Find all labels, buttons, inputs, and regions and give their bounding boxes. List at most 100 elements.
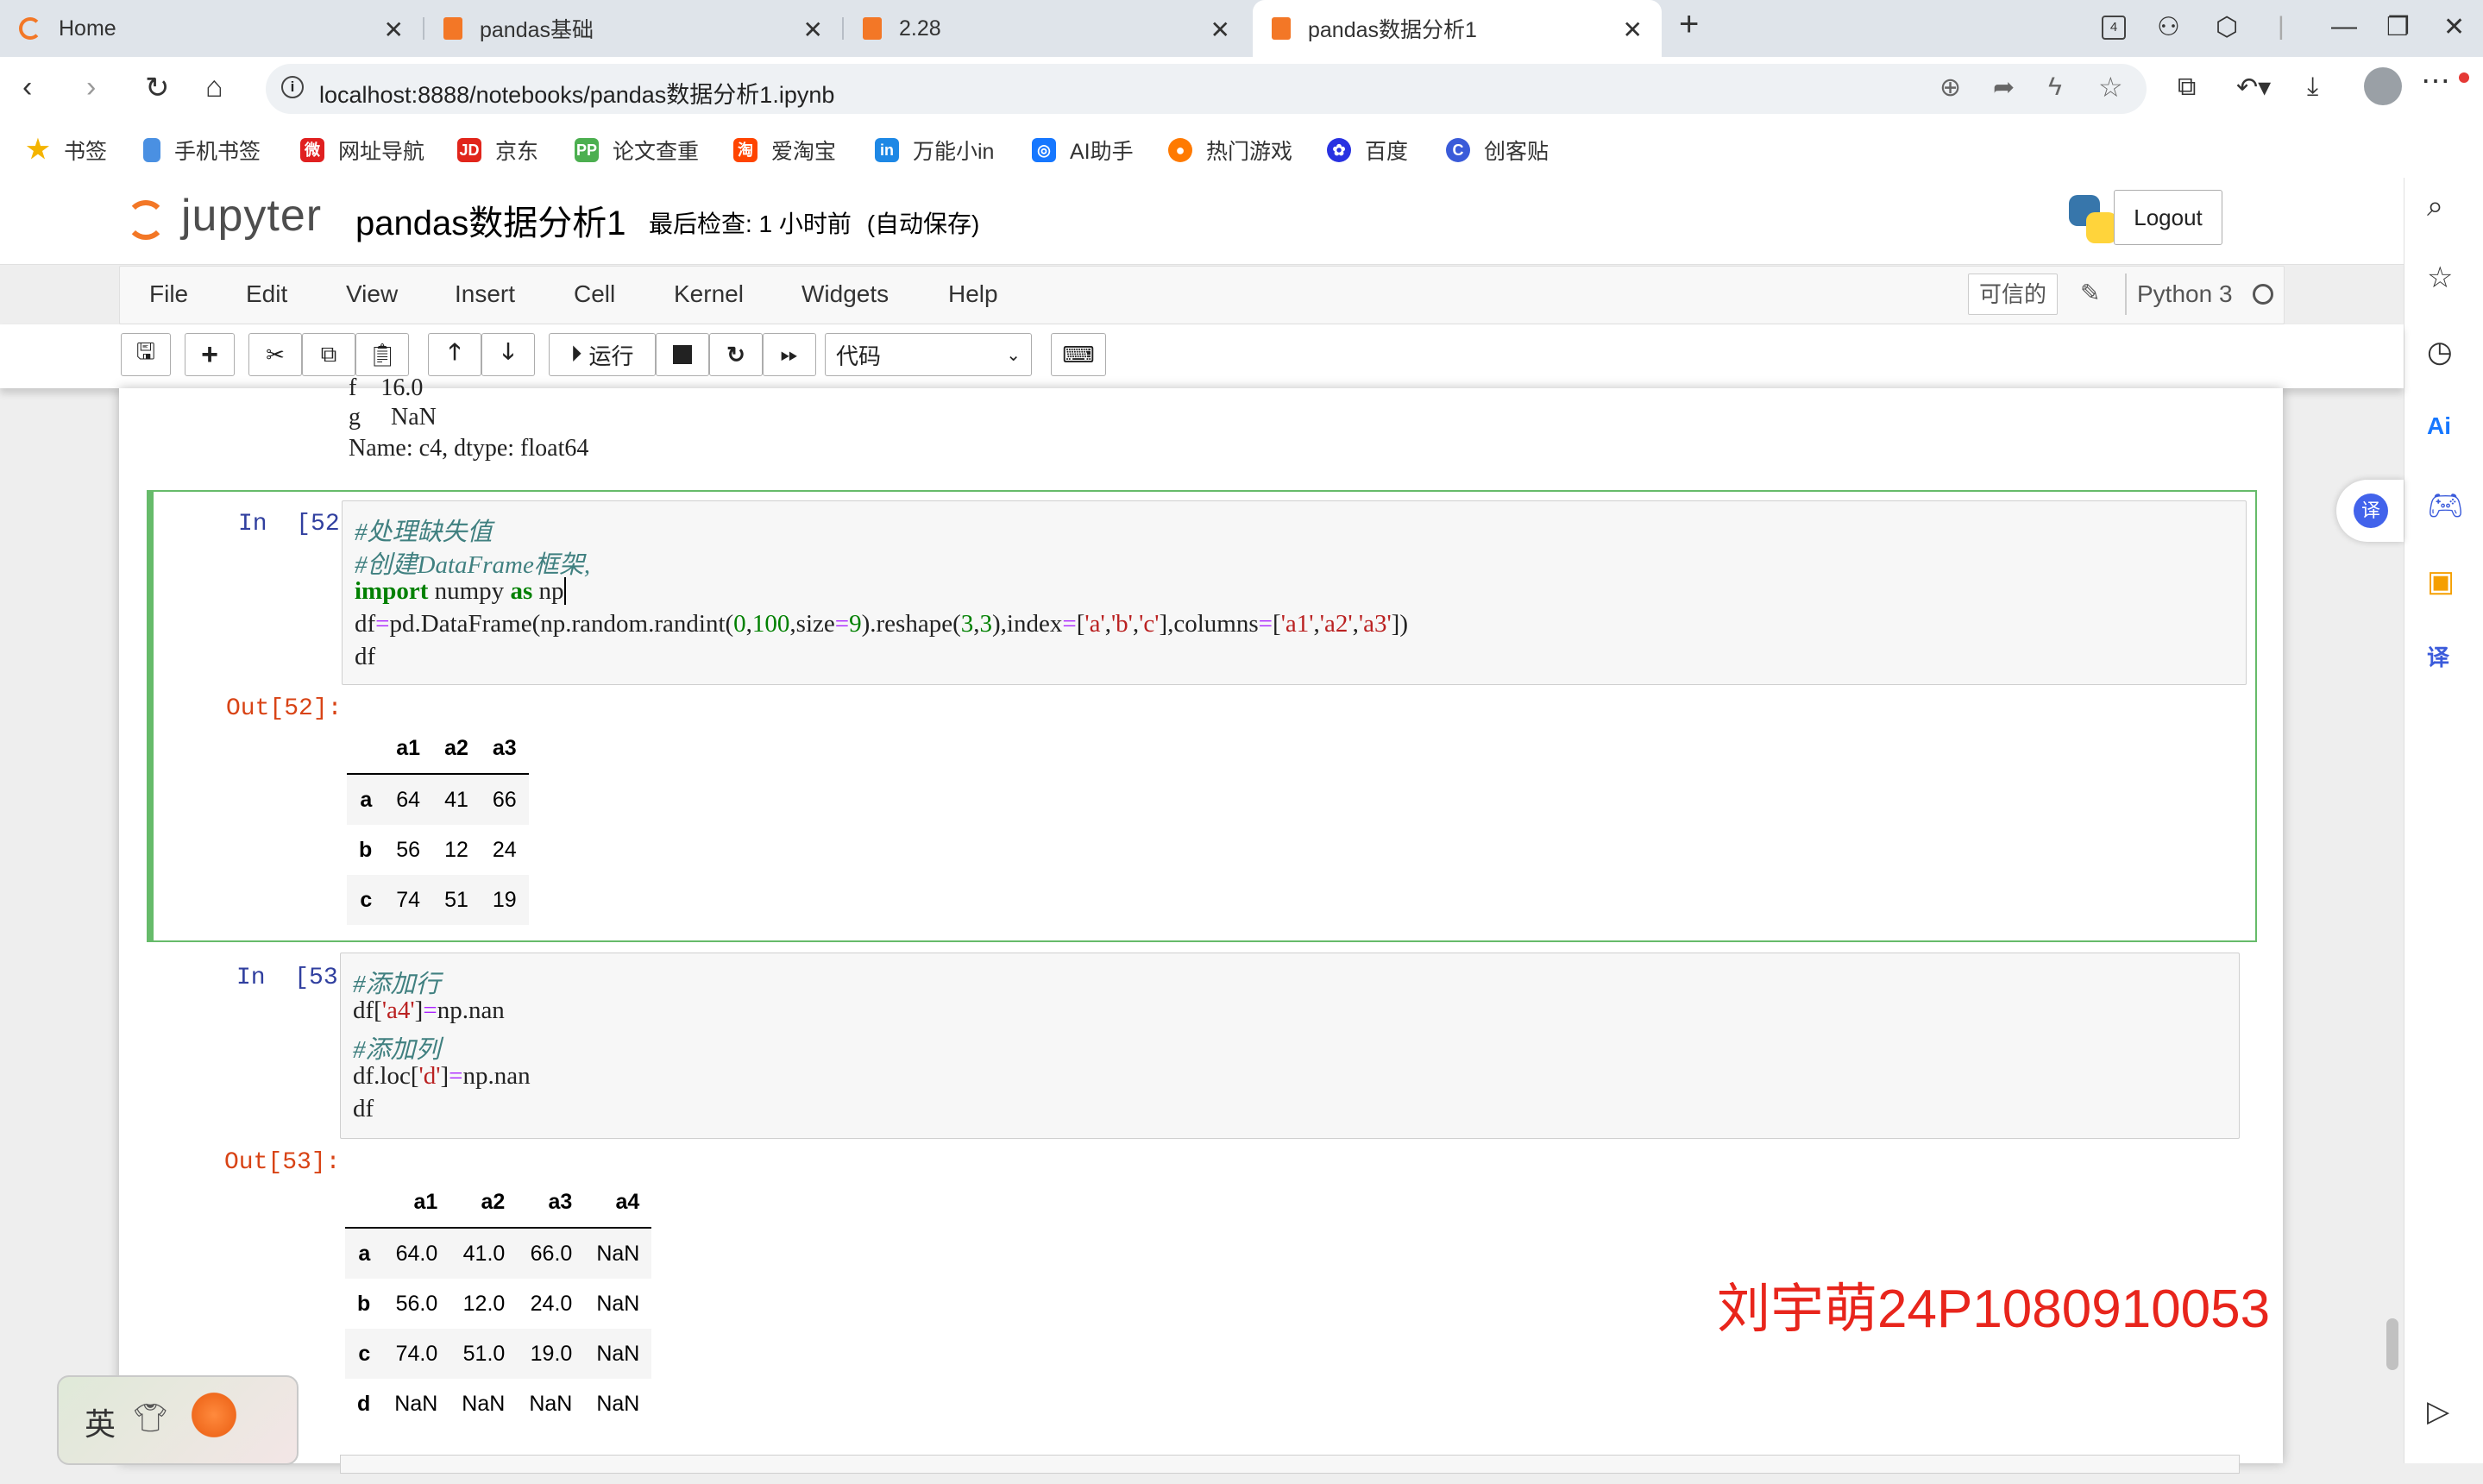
next-code-editor[interactable] <box>340 1455 2240 1474</box>
favorites-icon[interactable]: ☆ <box>2427 261 2453 295</box>
cut-button[interactable]: ✂ <box>248 333 302 376</box>
floating-translate-button[interactable]: 译 <box>2336 480 2404 542</box>
menu-cell[interactable]: Cell <box>574 280 615 308</box>
bookmark-item[interactable]: ✿ 百度 <box>1327 135 1408 166</box>
menu-insert[interactable]: Insert <box>455 280 515 308</box>
window-close-icon[interactable]: ✕ <box>2443 12 2465 42</box>
home-icon[interactable]: ⌂ <box>205 71 223 104</box>
menu-help[interactable]: Help <box>948 280 998 308</box>
move-up-button[interactable]: 🡑 <box>428 333 481 376</box>
move-down-button[interactable]: 🡓 <box>481 333 535 376</box>
code-line: df <box>353 1095 374 1122</box>
undo-icon[interactable]: ↶▾ <box>2236 72 2271 103</box>
trusted-indicator[interactable]: 可信的 <box>1968 274 2059 315</box>
close-icon[interactable]: ✕ <box>1210 16 1230 44</box>
save-button[interactable]: 🖫︎ <box>121 333 171 376</box>
new-tab-button[interactable]: + <box>1679 5 1699 44</box>
bookmark-item[interactable]: JD 京东 <box>457 135 538 166</box>
translate-icon[interactable]: 译 <box>2427 640 2449 672</box>
avatar[interactable] <box>2364 67 2402 105</box>
code-editor[interactable]: #添加行 df['a4']=np.nan #添加列 df.loc['d']=np… <box>340 953 2240 1139</box>
gamepad-icon[interactable]: 🎮︎ <box>2427 488 2464 523</box>
tab-label: Home <box>59 16 116 41</box>
code-cell-selected[interactable]: In [52]: #处理缺失值 #创建DataFrame框架, import n… <box>147 490 2257 942</box>
interrupt-button[interactable] <box>656 333 709 376</box>
pencil-icon[interactable]: ✎ <box>2080 279 2100 307</box>
run-button[interactable]: ⏵ 运行 <box>549 333 656 376</box>
restart-run-all-button[interactable]: ⏩︎ <box>763 333 816 376</box>
copy-button[interactable]: ⧉ <box>302 333 355 376</box>
pp-icon: PP <box>575 138 599 162</box>
incognito-icon[interactable]: ⚇ <box>2157 12 2180 42</box>
ime-widget[interactable]: 英 👕︎ <box>57 1375 299 1465</box>
table-row: b 56 12 24 <box>347 825 529 875</box>
close-icon[interactable]: ✕ <box>384 16 404 44</box>
code-editor[interactable]: #处理缺失值 #创建DataFrame框架, import numpy as n… <box>342 500 2247 685</box>
tab-count-badge[interactable]: 4 <box>2102 16 2126 40</box>
share-icon[interactable]: ➦ <box>1993 72 2015 103</box>
text-cursor <box>564 577 567 605</box>
command-palette-button[interactable]: ⌨ <box>1051 333 1106 376</box>
reload-icon[interactable]: ↻ <box>145 71 170 105</box>
close-icon[interactable]: ✕ <box>1623 16 1643 44</box>
ai-icon[interactable]: Ai <box>2427 412 2451 440</box>
browser-tab-bar: Home ✕ pandas基础 ✕ 2.28 ✕ pandas数据分析1 ✕ +… <box>0 0 2483 57</box>
extensions-icon[interactable]: ⧉ <box>2178 72 2196 102</box>
restart-button[interactable]: ↻ <box>709 333 763 376</box>
bookmark-item[interactable]: 微网址导航 <box>300 135 424 166</box>
table-cell: NaN <box>596 1291 640 1316</box>
kernel-name[interactable]: Python 3 <box>2137 280 2233 308</box>
close-icon[interactable]: ✕ <box>803 16 823 44</box>
stop-icon <box>673 345 692 364</box>
download-icon[interactable]: ⤓ <box>2307 72 2318 102</box>
jupyter-wordmark[interactable]: jupyter <box>181 190 322 242</box>
translate-icon: 译 <box>2354 494 2388 528</box>
url-field[interactable]: i localhost:8888/notebooks/pandas数据分析1.i… <box>266 64 2147 114</box>
forward-icon[interactable]: › <box>86 71 96 104</box>
jupyter-logo-icon[interactable] <box>126 193 169 243</box>
menu-kernel[interactable]: Kernel <box>674 280 744 308</box>
logout-button[interactable]: Logout <box>2114 190 2222 245</box>
tab-home[interactable]: Home ✕ <box>0 0 423 57</box>
menu-edit[interactable]: Edit <box>246 280 287 308</box>
code-cell[interactable]: In [53]: #添加行 df['a4']=np.nan #添加列 df.lo… <box>147 949 2257 1484</box>
bookmark-item[interactable]: 淘爱淘宝 <box>733 135 836 166</box>
scrollbar-thumb[interactable] <box>2386 1318 2398 1370</box>
bookmark-item[interactable]: ◎ AI助手 <box>1032 135 1134 166</box>
tab-pandas-analysis[interactable]: pandas数据分析1 ✕ <box>1253 0 1662 57</box>
tab-2-28[interactable]: 2.28 ✕ <box>844 0 1249 57</box>
minimize-icon[interactable]: — <box>2331 12 2357 41</box>
extension-icon[interactable]: ⬡ <box>2216 12 2238 42</box>
toolbox-icon[interactable]: ▣ <box>2427 564 2455 599</box>
bookmark-item[interactable]: 手机书签 <box>143 135 261 166</box>
insert-cell-button[interactable]: + <box>185 333 235 376</box>
notebook-title[interactable]: pandas数据分析1 <box>355 195 625 245</box>
zoom-icon[interactable]: ⊕ <box>1939 72 1961 103</box>
restore-icon[interactable]: ❐ <box>2386 12 2410 42</box>
bookmark-star-icon[interactable]: ☆ <box>2098 71 2123 104</box>
back-icon[interactable]: ‹ <box>22 71 32 104</box>
bookmark-item[interactable]: C 创客贴 <box>1446 135 1549 166</box>
flash-icon[interactable]: ϟ <box>2048 72 2062 102</box>
bookmark-item[interactable]: PP 论文查重 <box>575 135 699 166</box>
menu-file[interactable]: File <box>149 280 188 308</box>
chevron-down-icon: ⌄ <box>1006 345 1021 365</box>
tab-pandas-basics[interactable]: pandas基础 ✕ <box>424 0 842 57</box>
bookmark-item[interactable]: ● 热门游戏 <box>1168 135 1292 166</box>
table-header-row: a1 a2 a3 <box>347 723 529 775</box>
more-menu-icon[interactable]: ⋯ <box>2421 64 2450 98</box>
dataframe-output: a1 a2 a3 a 64 41 66 b 56 12 24 c 74 51 1… <box>347 723 529 925</box>
collapse-sidebar-icon[interactable]: ▷ <box>2427 1394 2449 1429</box>
table-header-row: a1 a2 a3 a4 <box>345 1177 652 1229</box>
taobao-icon: 淘 <box>733 138 757 162</box>
paste-button[interactable]: 📋︎ <box>355 333 409 376</box>
bookmark-item[interactable]: in 万能小in <box>875 135 994 166</box>
cell-type-select[interactable]: 代码 ⌄ <box>825 333 1032 376</box>
menu-view[interactable]: View <box>346 280 398 308</box>
history-icon[interactable]: ◷ <box>2427 335 2453 369</box>
menu-widgets[interactable]: Widgets <box>801 280 889 308</box>
code-line: #创建DataFrame框架, <box>355 551 591 579</box>
code-line: df.loc['d']=np.nan <box>353 1062 531 1090</box>
search-icon[interactable]: ⌕ <box>2427 190 2443 223</box>
bookmark-item[interactable]: ★ 书签 <box>26 135 107 166</box>
